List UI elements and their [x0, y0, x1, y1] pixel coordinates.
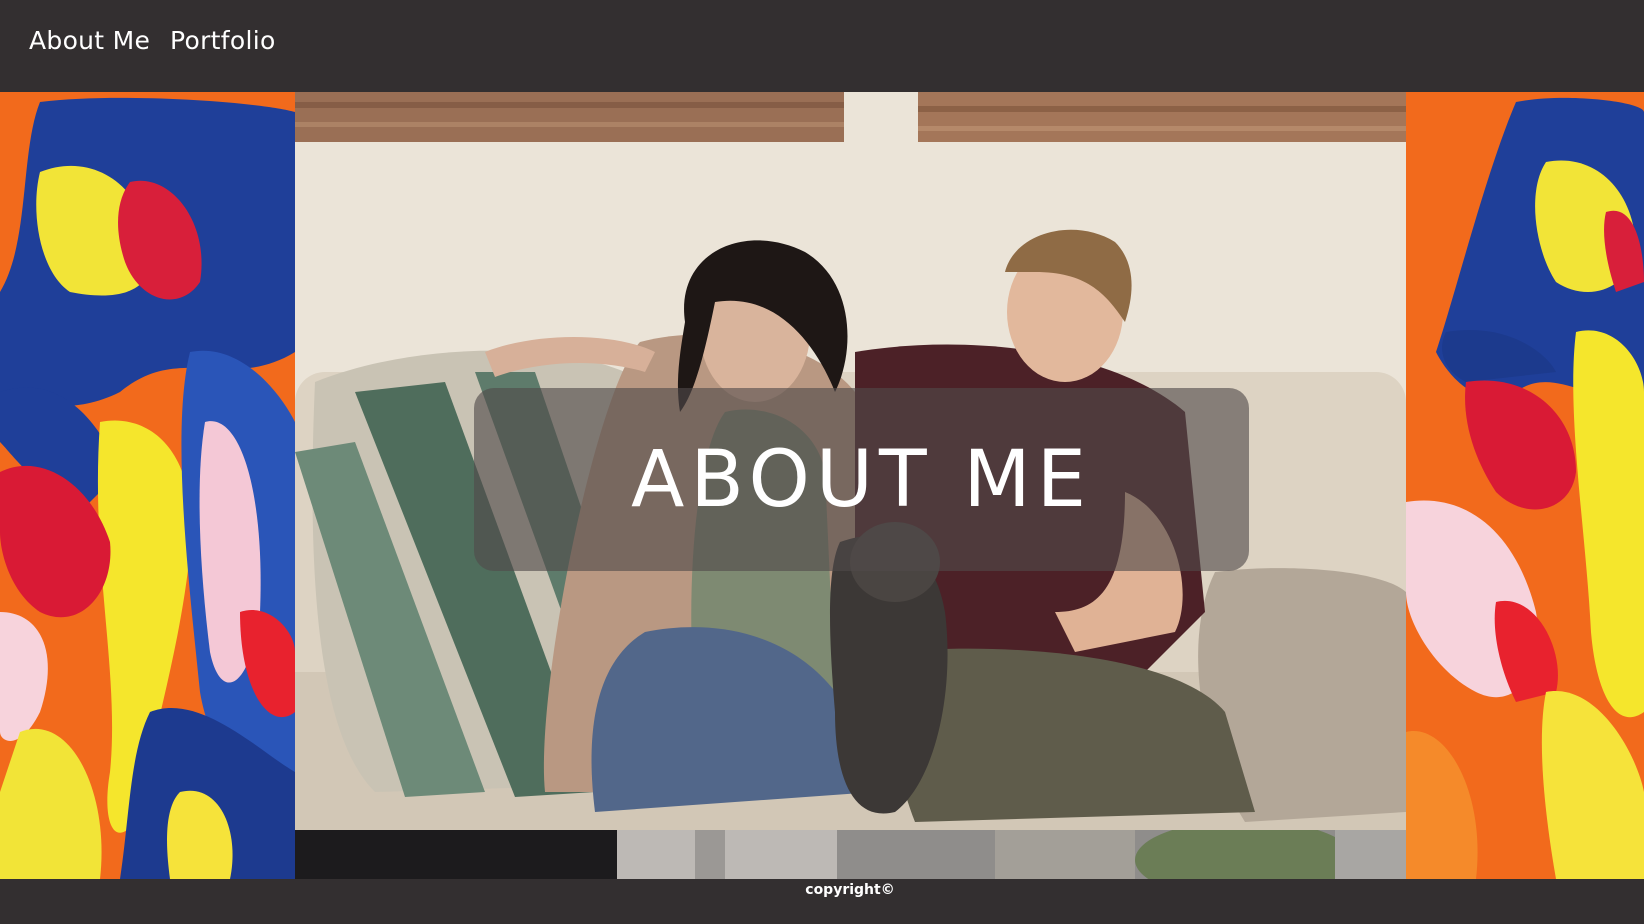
- page-title-overlay: ABOUT ME: [474, 388, 1249, 571]
- footer: copyright©: [0, 879, 1644, 924]
- hero-section: ABOUT ME: [0, 92, 1644, 879]
- copyright-text: copyright©: [805, 882, 895, 898]
- page-title: ABOUT ME: [630, 434, 1092, 525]
- nav-link-about-me[interactable]: About Me: [29, 26, 150, 55]
- nav-link-portfolio[interactable]: Portfolio: [170, 26, 276, 55]
- top-navigation: About Me Portfolio: [0, 0, 1644, 91]
- abstract-paint-image-left: [0, 92, 295, 879]
- abstract-paint-image-right: [1406, 92, 1644, 879]
- photo-strip: [295, 830, 1406, 879]
